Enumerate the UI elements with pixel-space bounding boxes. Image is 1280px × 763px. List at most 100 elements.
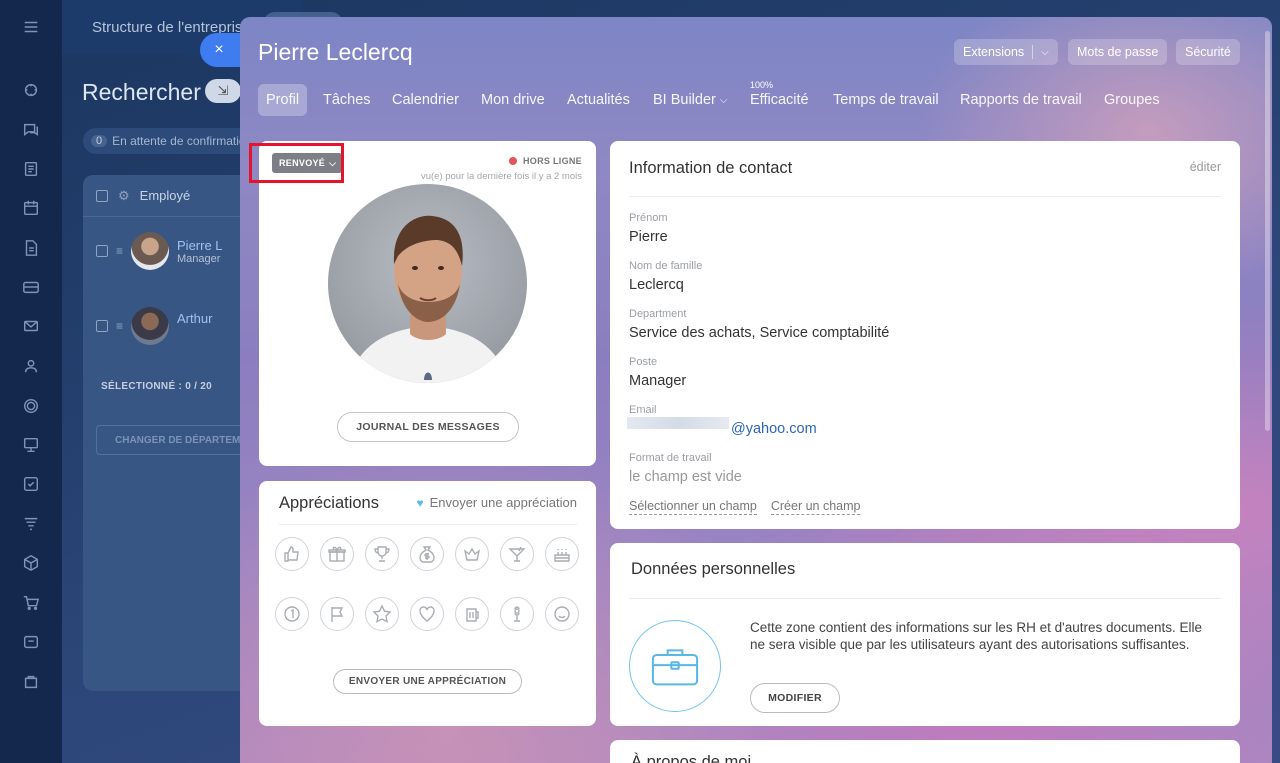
- collapse-icon[interactable]: ⇲: [205, 79, 241, 103]
- tab-temps-de-travail[interactable]: Temps de travail: [833, 84, 939, 116]
- column-employee: Employé: [139, 188, 191, 203]
- menu-icon[interactable]: [21, 17, 41, 37]
- star-icon[interactable]: [365, 597, 399, 631]
- chat-icon[interactable]: [21, 120, 41, 140]
- last-name-label: Nom de famille: [629, 260, 703, 272]
- about-me-card: À propos de moi: [610, 740, 1240, 763]
- security-button[interactable]: Sécurité: [1176, 39, 1240, 65]
- contact-card: Information de contact éditer Prénom Pie…: [610, 141, 1240, 529]
- checklist-icon[interactable]: [21, 474, 41, 494]
- document-icon[interactable]: [21, 238, 41, 258]
- flag-icon[interactable]: [320, 597, 354, 631]
- send-appreciation-button[interactable]: ENVOYER UNE APPRÉCIATION: [333, 669, 522, 694]
- tab-bi-builder[interactable]: BI Builder ⌵: [653, 84, 727, 116]
- gift-icon[interactable]: [320, 537, 354, 571]
- scrollbar[interactable]: [1265, 31, 1270, 431]
- employee-table: ⚙ Employé ≡ Pierre L Manager ≡ Arthur SÉ…: [83, 175, 253, 691]
- employee-name[interactable]: Arthur: [177, 311, 212, 326]
- passwords-button[interactable]: Mots de passe: [1068, 39, 1168, 65]
- feed-icon[interactable]: [21, 80, 41, 100]
- money-bag-icon[interactable]: [410, 537, 444, 571]
- tab-mon-drive[interactable]: Mon drive: [481, 84, 545, 116]
- thumbs-up-icon[interactable]: [275, 537, 309, 571]
- send-appreciation-link[interactable]: ♥ Envoyer une appréciation: [416, 495, 577, 510]
- mail-icon[interactable]: [21, 316, 41, 336]
- row-checkbox[interactable]: [96, 320, 108, 332]
- appreciations-card: Appréciations ♥ Envoyer une appréciation…: [259, 481, 596, 726]
- beer-icon[interactable]: [455, 597, 489, 631]
- position-label: Poste: [629, 356, 658, 368]
- tab-taches[interactable]: Tâches: [323, 84, 371, 116]
- first-name-value: Pierre: [629, 229, 668, 245]
- crm-icon[interactable]: [21, 435, 41, 455]
- tab-efficacite-label: Efficacité: [750, 92, 809, 108]
- cocktail-icon[interactable]: [500, 537, 534, 571]
- field-actions: Sélectionner un champ Créer un champ: [629, 499, 861, 515]
- sites-icon[interactable]: [21, 396, 41, 416]
- users-icon[interactable]: [21, 356, 41, 376]
- department-value: Service des achats, Service comptabilité: [629, 325, 890, 341]
- chevron-down-icon[interactable]: ⌵: [1041, 47, 1049, 58]
- edit-contact-link[interactable]: éditer: [1190, 160, 1221, 174]
- personal-data-title: Données personnelles: [631, 560, 796, 578]
- employee-name[interactable]: Pierre L: [177, 238, 223, 253]
- table-row[interactable]: ≡ Pierre L Manager: [83, 220, 253, 282]
- profile-card: RENVOYÉ ⌵ HORS LIGNE vu(e) pour la derni…: [259, 141, 596, 466]
- close-slider-button[interactable]: ×: [200, 33, 242, 67]
- extensions-label: Extensions: [963, 45, 1025, 59]
- offline-dot-icon: [508, 157, 517, 165]
- heart-icon[interactable]: [410, 597, 444, 631]
- smile-icon[interactable]: [545, 597, 579, 631]
- email-redacted: [627, 417, 729, 429]
- last-seen: vu(e) pour la dernière fois il y a 2 moi…: [420, 171, 582, 182]
- box-icon[interactable]: [21, 553, 41, 573]
- projects-icon[interactable]: [21, 672, 41, 692]
- table-row[interactable]: ≡ Arthur: [83, 295, 253, 357]
- cake-icon[interactable]: [545, 537, 579, 571]
- appreciations-title: Appréciations: [279, 494, 379, 512]
- first-name-label: Prénom: [629, 212, 668, 224]
- number-one-icon[interactable]: [275, 597, 309, 631]
- tab-calendrier[interactable]: Calendrier: [392, 84, 459, 116]
- message-journal-button[interactable]: JOURNAL DES MESSAGES: [337, 412, 519, 442]
- tab-profil[interactable]: Profil: [258, 84, 308, 116]
- last-name-value: Leclercq: [629, 277, 684, 293]
- row-checkbox[interactable]: [96, 245, 108, 257]
- work-format-value: le champ est vide: [629, 469, 742, 485]
- extensions-button[interactable]: Extensions ⌵: [954, 39, 1058, 65]
- about-me-title: À propos de moi: [631, 753, 752, 763]
- tab-actualites[interactable]: Actualités: [567, 84, 630, 116]
- calendar-icon[interactable]: [21, 198, 41, 218]
- cart-icon[interactable]: [21, 593, 41, 613]
- create-field-link[interactable]: Créer un champ: [770, 499, 861, 515]
- avatar: [131, 307, 170, 345]
- email-value[interactable]: @yahoo.com: [731, 421, 817, 437]
- gear-icon[interactable]: ⚙: [118, 188, 130, 204]
- select-field-link[interactable]: Sélectionner un champ: [629, 499, 757, 515]
- left-nav-rail: [0, 0, 62, 763]
- drag-handle-icon[interactable]: ≡: [116, 319, 123, 333]
- avatar[interactable]: [328, 184, 527, 383]
- drive-icon[interactable]: [21, 277, 41, 297]
- tab-rapports-de-travail[interactable]: Rapports de travail: [960, 84, 1082, 116]
- tab-groupes[interactable]: Groupes: [1104, 84, 1160, 116]
- drag-handle-icon[interactable]: ≡: [116, 244, 123, 258]
- portal-icon[interactable]: [21, 632, 41, 652]
- tab-bi-builder-label: BI Builder: [653, 92, 716, 108]
- briefcase-icon: [629, 620, 721, 712]
- pending-filter[interactable]: 0 En attente de confirmation: [83, 128, 253, 154]
- select-all-checkbox[interactable]: [96, 189, 108, 202]
- tasks-icon[interactable]: [21, 159, 41, 179]
- pending-count: 0: [91, 135, 108, 147]
- modify-button[interactable]: MODIFIER: [750, 683, 840, 713]
- crown-icon[interactable]: [455, 537, 489, 571]
- send-appreciation-label: Envoyer une appréciation: [429, 495, 577, 510]
- trophy-icon[interactable]: [365, 537, 399, 571]
- change-department-button[interactable]: CHANGER DE DÉPARTEMENT: [96, 425, 253, 455]
- filter-icon[interactable]: [21, 514, 41, 534]
- online-status-label: HORS LIGNE: [522, 156, 582, 166]
- avatar: [131, 232, 170, 270]
- tab-efficacite[interactable]: 100% Efficacité: [750, 80, 809, 116]
- highlight-box: [249, 143, 344, 183]
- flower-icon[interactable]: [500, 597, 534, 631]
